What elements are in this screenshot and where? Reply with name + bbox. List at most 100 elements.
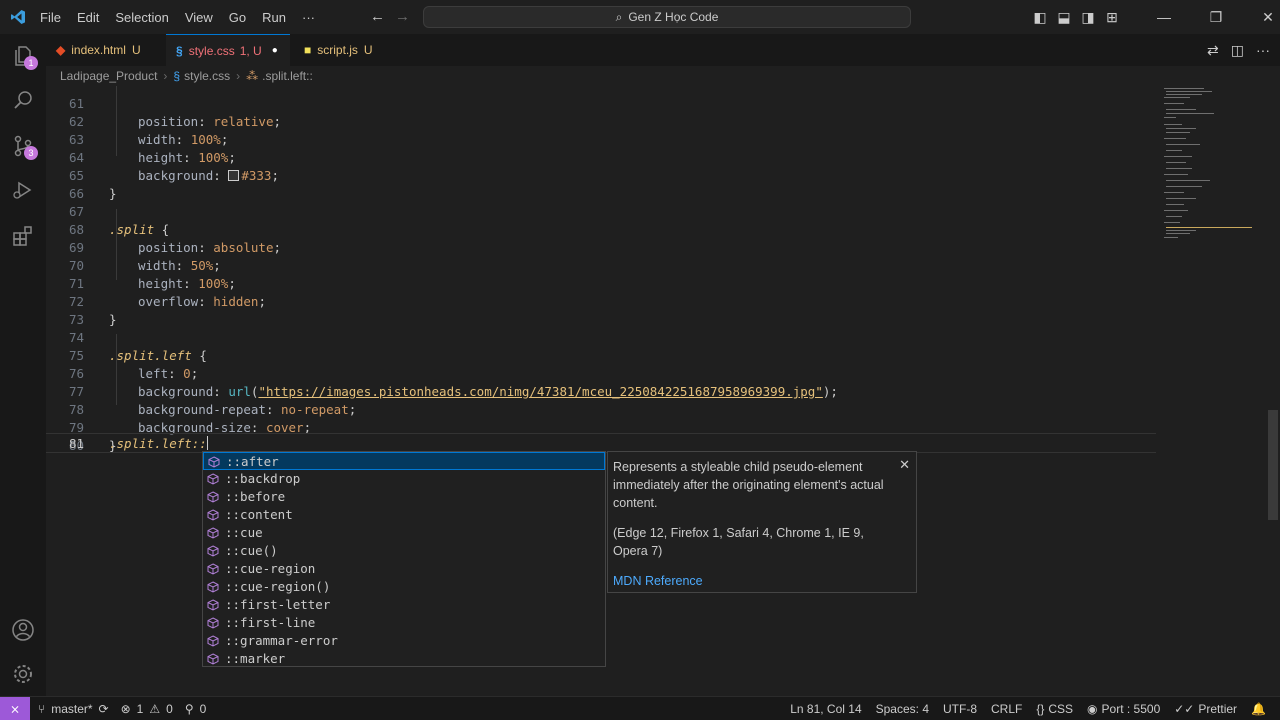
breadcrumb-symbol[interactable]: .split.left:: [262,69,313,83]
run-debug-icon[interactable] [11,178,35,202]
suggestion-item[interactable]: ::cue-region() [203,578,605,596]
source-control-badge: 3 [24,146,38,160]
cursor-position[interactable]: Ln 81, Col 14 [790,702,861,716]
code-line: 77 background-repeat: no-repeat; [68,384,357,417]
menu-selection[interactable]: Selection [107,10,176,25]
search-icon: ⌕ [615,9,623,24]
search-sidebar-icon[interactable] [11,88,35,112]
warning-icon[interactable]: ⚠ [149,702,160,716]
error-count: 1 [136,702,144,716]
double-check-icon: ✓✓ [1174,702,1195,716]
suggestion-item[interactable]: ::marker [203,650,605,668]
forward-arrow-icon[interactable]: → [395,8,410,25]
remote-indicator-icon[interactable]: ⨯ [0,697,30,720]
activity-bar: 1 3 [0,34,47,696]
code-line: 74 .split.left { [68,330,207,363]
suggestion-item[interactable]: ::content [203,506,605,524]
breadcrumb-file[interactable]: style.css [184,69,230,83]
suggestion-item[interactable]: ::cue [203,524,605,542]
status-bar: ⨯ ⑂ master* ⟳ ⊗ 1 ⚠ 0 ⚲ 0 Ln 81, Col 14 … [0,696,1280,720]
toggle-panel-icon[interactable]: ⬓ [1052,9,1076,26]
manage-gear-icon[interactable] [11,662,35,686]
tab-label: index.html [71,43,126,57]
js-icon: ■ [304,43,312,57]
unsaved-dot-icon[interactable]: ● [272,45,278,56]
code-line: 62 width: 100%; [68,114,229,147]
suggestion-item[interactable]: ::grammar-error [203,632,605,650]
prettier-status[interactable]: ✓✓ Prettier [1174,702,1237,716]
breadcrumb-folder[interactable]: Ladipage_Product [60,69,157,83]
customize-layout-icon[interactable]: ⊞ [1100,9,1124,26]
property-cube-icon [207,509,219,521]
toggle-secondary-sidebar-icon[interactable]: ◨ [1076,9,1100,26]
tab-status: U [363,43,373,57]
menu-edit[interactable]: Edit [69,10,107,25]
notifications-bell-icon[interactable]: 🔔 [1251,702,1266,716]
back-arrow-icon[interactable]: ← [370,8,385,25]
toggle-primary-sidebar-icon[interactable]: ◧ [1028,9,1052,26]
menu-go[interactable]: Go [221,10,254,25]
menu-view[interactable]: View [177,10,221,25]
vscode-logo-icon [11,10,25,24]
code-line: 64 background: #333; [68,150,279,183]
tab-status: U [131,43,141,57]
minimize-icon[interactable]: — [1152,9,1176,25]
ports-count: 0 [199,702,207,716]
code-line: 78 background-size: cover; [68,402,312,435]
tab-label: script.js [317,43,358,57]
suggestion-item[interactable]: ::after [203,452,605,470]
code-line: 79 } [68,420,117,453]
suggestion-item[interactable]: ::first-letter [203,596,605,614]
more-actions-icon[interactable]: ··· [1256,42,1270,59]
property-cube-icon [207,617,219,629]
suggestion-item[interactable]: ::cue() [203,542,605,560]
error-icon[interactable]: ⊗ [121,702,131,716]
encoding[interactable]: UTF-8 [943,702,977,716]
property-cube-icon [207,491,219,503]
close-window-icon[interactable]: ✕ [1256,9,1280,26]
tab-index-html[interactable]: ◆ index.html U [46,34,164,66]
explorer-badge: 1 [24,56,38,70]
account-icon[interactable] [11,618,35,642]
menu-run[interactable]: Run [254,10,294,25]
branch-icon: ⑂ [38,702,46,716]
extensions-icon[interactable] [11,224,35,248]
property-cube-icon [207,581,219,593]
tab-script-js[interactable]: ■ script.js U [294,34,394,66]
command-center-search[interactable]: ⌕ Gen Z Học Code [423,6,911,28]
suggestion-item[interactable]: ::backdrop [203,470,605,488]
code-line: 63 height: 100%; [68,132,236,165]
restore-icon[interactable]: ❐ [1204,9,1228,26]
menu-more[interactable]: ··· [294,10,323,25]
css-icon: § [176,43,183,58]
minimap[interactable] [1160,86,1270,246]
suggestion-item[interactable]: ::cue-region [203,560,605,578]
suggestion-item[interactable]: ::first-line [203,614,605,632]
tab-status: 1, U [239,43,262,58]
current-code-line[interactable]: 81 .split.left:: [46,433,1156,453]
live-server-port[interactable]: ◉ Port : 5500 [1087,702,1160,716]
ports-icon[interactable]: ⚲ [185,702,194,716]
css-icon: § [173,69,181,83]
close-details-icon[interactable]: ✕ [899,456,910,474]
mdn-reference-link[interactable]: MDN Reference [613,574,703,588]
language-mode[interactable]: {} CSS [1036,702,1073,716]
code-line: 65 } [68,168,117,201]
sync-icon[interactable]: ⟳ [99,702,109,716]
property-cube-icon [207,653,219,665]
indentation[interactable]: Spaces: 4 [876,702,929,716]
line-ending[interactable]: CRLF [991,702,1022,716]
suggestion-details-panel: ✕ Represents a styleable child pseudo-el… [607,451,917,593]
split-editor-icon[interactable]: ◫ [1231,42,1244,59]
property-cube-icon [207,563,219,575]
code-line: 75 left: 0; [68,348,199,381]
suggestion-item[interactable]: ::before [203,488,605,506]
editor-scrollbar[interactable] [1268,410,1278,520]
text-cursor [206,436,208,450]
menu-file[interactable]: File [32,10,69,25]
tab-style-css[interactable]: § style.css 1, U ● [166,34,290,66]
branch-name[interactable]: master* [51,702,92,716]
autocomplete-list: ::after ::backdrop ::before ::content ::… [202,451,606,667]
open-changes-icon[interactable]: ⇄ [1207,42,1219,59]
code-line: 76 background: url("https://images.pisto… [68,366,838,399]
